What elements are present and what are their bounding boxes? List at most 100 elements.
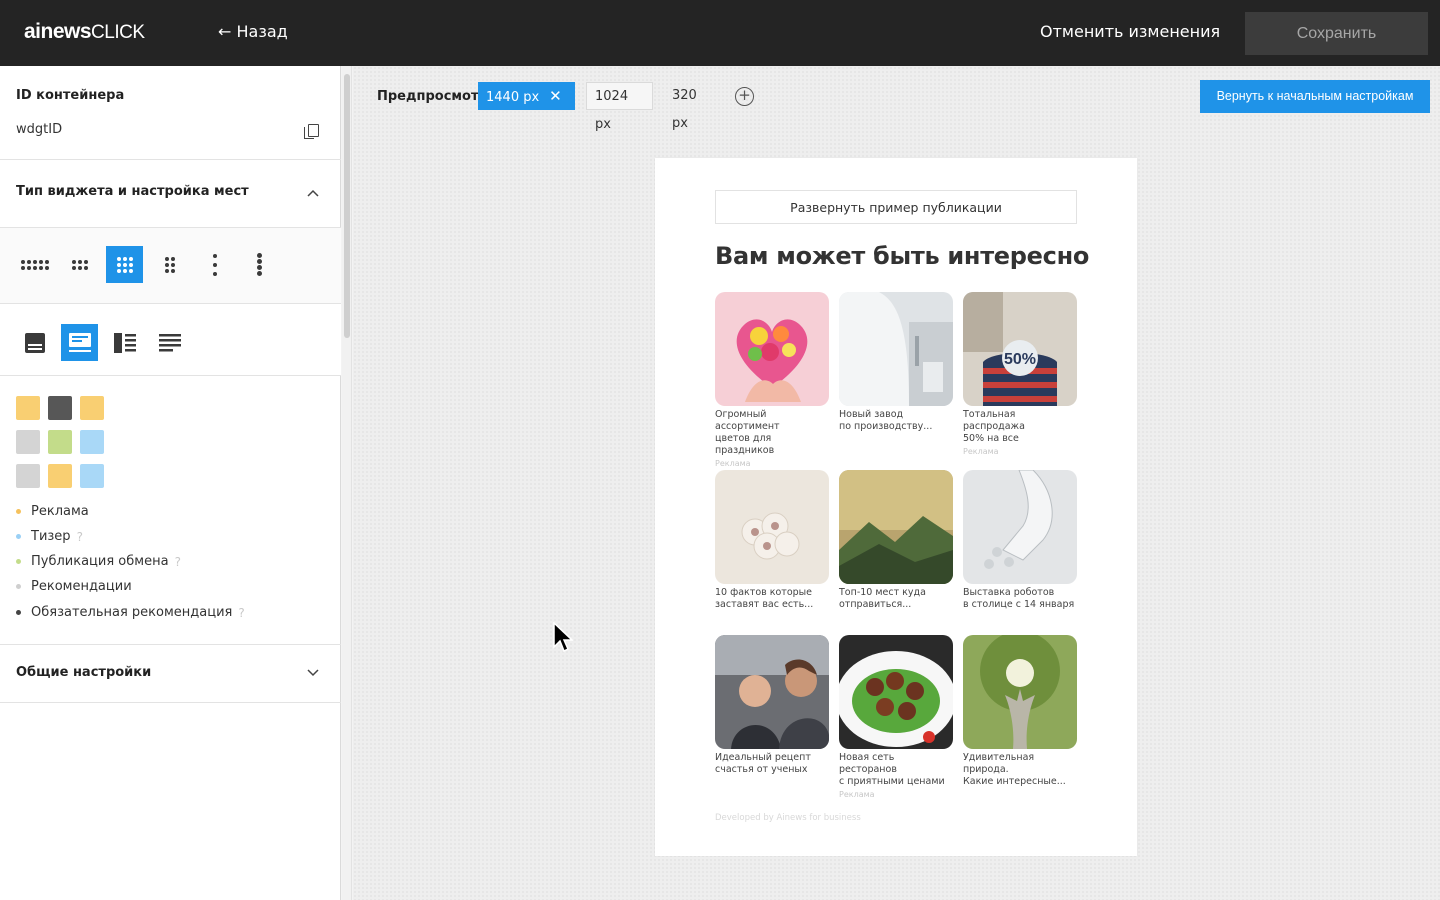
columns-3-option[interactable] (106, 246, 143, 283)
help-icon[interactable]: ? (77, 530, 83, 544)
sidebar-scrollbar[interactable] (342, 66, 352, 900)
layout-text-only-option[interactable] (151, 324, 188, 361)
widget-tile[interactable]: Новая сеть ресторанов с приятными ценами … (839, 635, 953, 799)
big-tree-image (963, 635, 1077, 749)
preview-size-320[interactable]: 320 px (664, 82, 722, 131)
legend-dot (16, 509, 21, 514)
laughing-people-image (715, 635, 829, 749)
widget-type-section-header[interactable]: Тип виджета и настройка мест (0, 160, 341, 228)
widget-tile[interactable]: Выставка роботов в столице с 14 января (963, 470, 1077, 613)
back-link[interactable]: ← Назад (218, 22, 288, 41)
legend-item-mandatory: Обязательная рекомендация ? (16, 605, 245, 620)
tile-title: 10 фактов которые заставят вас есть... (715, 587, 814, 610)
general-settings-section-header[interactable]: Общие настройки (0, 645, 341, 703)
slot-swatch[interactable] (80, 396, 104, 420)
layout-image-text-option[interactable] (16, 324, 53, 361)
layout-text-under-option[interactable] (61, 324, 98, 361)
columns-4-option[interactable] (61, 246, 98, 283)
logo-light-text: CLICK (91, 22, 145, 43)
widget-tile[interactable]: Огромный ассортимент цветов для празднико… (715, 292, 829, 468)
widget-tile[interactable]: Идеальный рецепт счастья от ученых (715, 635, 829, 778)
legend-item-exchange: Публикация обмена ? (16, 554, 181, 569)
image-left-layout-icon (113, 332, 136, 353)
grid-3x3-icon (116, 256, 133, 273)
preview-size-1440[interactable]: 1440 px ✕ (478, 82, 575, 110)
legend-dot (16, 584, 21, 589)
tile-title: Топ-10 мест куда отправиться... (839, 587, 926, 610)
chevron-down-icon[interactable] (306, 666, 320, 680)
garlic-image (715, 470, 829, 584)
expand-publication-button[interactable]: Развернуть пример публикации (715, 190, 1077, 224)
layout-selector (0, 304, 341, 376)
grid-1x3-icon (212, 253, 217, 276)
grid-3x2-icon (71, 259, 88, 270)
tile-title: Новый завод по производству... (839, 409, 933, 432)
close-icon[interactable]: ✕ (549, 82, 562, 110)
scrollbar-thumb[interactable] (344, 74, 350, 338)
legend-label: Рекомендации (31, 579, 132, 594)
slot-swatch[interactable] (48, 396, 72, 420)
cancel-changes-button[interactable]: Отменить изменения (1040, 22, 1220, 41)
columns-5-option[interactable] (16, 246, 53, 283)
mountain-landscape-image (839, 470, 953, 584)
slot-swatch[interactable] (80, 464, 104, 488)
slot-swatch[interactable] (16, 430, 40, 454)
tile-title: Выставка роботов в столице с 14 января (963, 587, 1075, 610)
legend-dot (16, 559, 21, 564)
ad-label: Реклама (839, 790, 875, 799)
widget-tile[interactable]: Новый завод по производству... (839, 292, 953, 435)
slot-swatch[interactable] (80, 430, 104, 454)
legend-item-teaser: Тизер ? (16, 529, 83, 544)
tile-title: Идеальный рецепт счастья от ученых (715, 752, 811, 775)
columns-selector (0, 228, 341, 304)
slot-swatch[interactable] (48, 464, 72, 488)
copy-icon[interactable] (304, 124, 319, 139)
columns-2-option[interactable] (151, 246, 188, 283)
preview-size-label: 1440 px (486, 90, 540, 105)
white-building-image (839, 292, 953, 406)
help-icon[interactable]: ? (175, 555, 181, 569)
preview-label: Предпросмотр (377, 89, 488, 104)
legend-label: Тизер (31, 529, 71, 544)
tile-title: Огромный ассортимент цветов для празднико… (715, 409, 780, 456)
legend-item-recommendations: Рекомендации (16, 579, 132, 594)
developed-by-note: Developed by Ainews for business (715, 813, 861, 823)
grid-5-icon (20, 259, 49, 270)
layout-image-left-option[interactable] (106, 324, 143, 361)
tile-title: Новая сеть ресторанов с приятными ценами (839, 752, 945, 787)
widget-tile[interactable]: Удивительная природа. Какие интересные... (963, 635, 1077, 790)
slot-swatch[interactable] (48, 430, 72, 454)
chevron-up-icon[interactable] (306, 186, 320, 200)
widget-tile[interactable]: Топ-10 мест куда отправиться... (839, 470, 953, 613)
ad-label: Реклама (963, 447, 999, 456)
mouse-cursor-icon (553, 622, 573, 653)
help-icon[interactable]: ? (238, 606, 244, 620)
container-id-title: ID контейнера (16, 88, 125, 103)
legend-label: Обязательная рекомендация (31, 605, 233, 620)
grid-2x3-icon (164, 256, 175, 273)
text-only-layout-icon (158, 333, 181, 351)
app-logo[interactable]: ainewsCLICK (24, 20, 145, 44)
save-button[interactable]: Сохранить (1245, 12, 1428, 55)
columns-1-option[interactable] (196, 246, 233, 283)
add-size-icon[interactable]: + (735, 87, 754, 106)
preview-size-1024[interactable]: 1024 px (586, 82, 653, 132)
container-id-value[interactable]: wdgtID (16, 122, 62, 137)
settings-sidebar: ID контейнера wdgtID Тип виджета и настр… (0, 66, 341, 900)
general-settings-title: Общие настройки (16, 665, 152, 680)
text-lines-layout-icon (68, 332, 91, 352)
card-layout-icon (24, 332, 45, 353)
container-id-section: ID контейнера wdgtID (0, 66, 341, 160)
robot-hand-image (963, 470, 1077, 584)
logo-bold-text: ainews (24, 20, 92, 43)
ad-label: Реклама (715, 459, 751, 468)
slot-map-section: Реклама Тизер ? Публикация обмена ? Реко… (0, 376, 341, 645)
widget-tile[interactable]: 50% Тотальная распродажа 50% на все Рекла… (963, 292, 1077, 456)
widget-tile[interactable]: 10 фактов которые заставят вас есть... (715, 470, 829, 613)
slot-swatch[interactable] (16, 464, 40, 488)
legend-label: Реклама (31, 504, 89, 519)
slot-swatch[interactable] (16, 396, 40, 420)
preview-area: Предпросмотр 1440 px ✕ 1024 px 320 px + В… (353, 66, 1440, 900)
reset-to-defaults-button[interactable]: Вернуть к начальным настройкам (1200, 80, 1430, 113)
columns-2-dense-option[interactable] (241, 246, 278, 283)
